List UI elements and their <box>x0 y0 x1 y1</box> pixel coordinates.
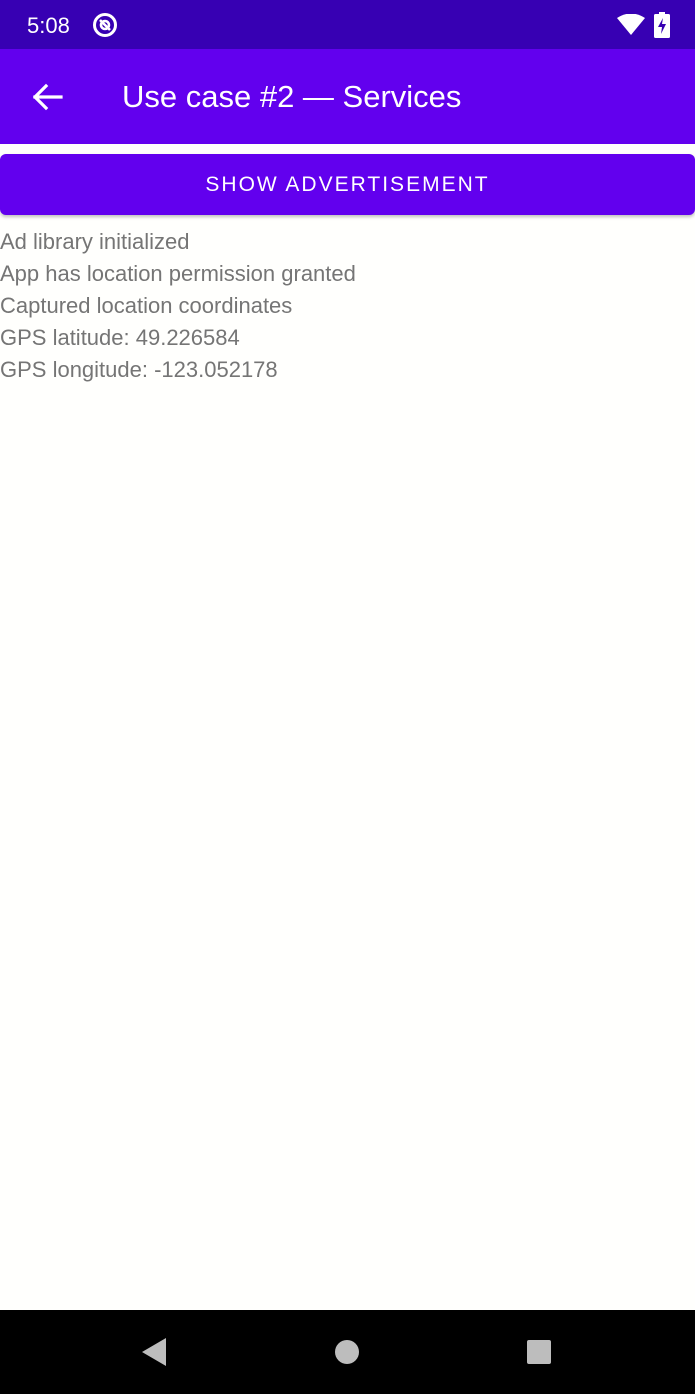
status-bar: 5:08 <box>0 0 695 49</box>
home-circle-icon[interactable] <box>334 1339 360 1365</box>
show-advertisement-button[interactable]: SHOW ADVERTISEMENT <box>0 154 695 215</box>
recents-square-icon[interactable] <box>526 1339 552 1365</box>
app-bar: Use case #2 — Services <box>0 49 695 144</box>
arrow-back-icon <box>33 83 63 111</box>
log-line: Ad library initialized <box>0 229 190 254</box>
at-sign-icon <box>93 13 117 37</box>
status-time: 5:08 <box>27 13 70 38</box>
wifi-icon <box>617 14 645 35</box>
back-button[interactable] <box>18 67 78 127</box>
gps-latitude: GPS latitude: 49.226584 <box>0 325 240 350</box>
page-title: Use case #2 — Services <box>122 79 462 114</box>
log-line: App has location permission granted <box>0 261 356 286</box>
log-output: Ad library initialized App has location … <box>0 226 695 386</box>
gps-longitude: GPS longitude: -123.052178 <box>0 357 278 382</box>
navigation-bar <box>0 1310 695 1394</box>
log-line: Captured location coordinates <box>0 293 293 318</box>
battery-charging-icon <box>654 12 670 38</box>
back-triangle-icon[interactable] <box>136 1336 172 1368</box>
